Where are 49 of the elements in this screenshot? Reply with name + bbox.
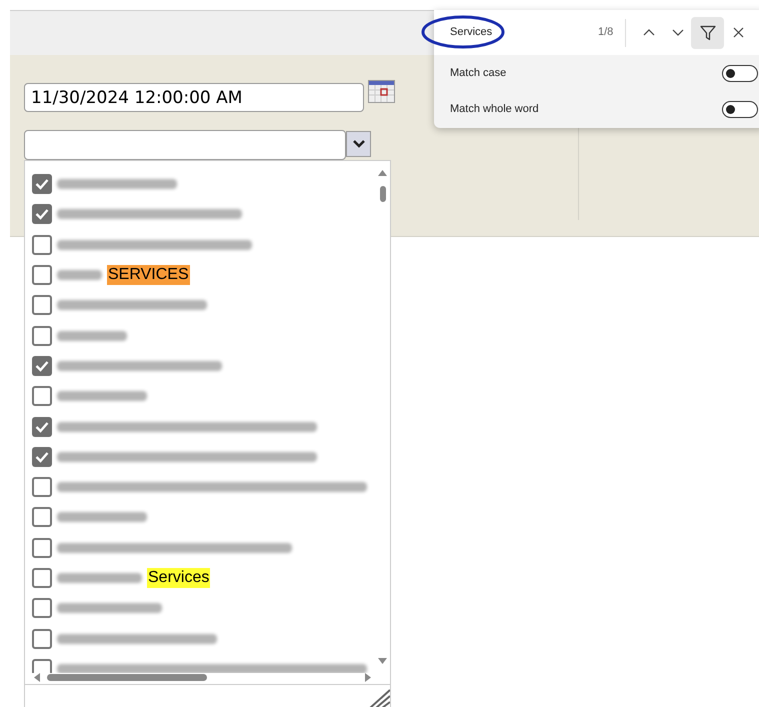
checkbox[interactable] [32, 628, 52, 649]
chevron-up-icon[interactable] [643, 29, 656, 36]
checkbox[interactable] [32, 507, 52, 528]
filter-icon [700, 24, 716, 40]
check-icon [35, 450, 49, 463]
dropdown-field[interactable] [24, 130, 346, 160]
checkbox[interactable] [32, 234, 52, 255]
check-icon [35, 178, 49, 190]
checkbox[interactable] [32, 204, 52, 224]
checkbox[interactable] [32, 538, 52, 558]
vertical-scrollbar-thumb[interactable] [380, 186, 386, 202]
checkbox[interactable] [32, 446, 52, 467]
checkbox[interactable] [32, 477, 52, 498]
calendar-icon[interactable] [368, 80, 395, 103]
checkbox[interactable] [32, 326, 52, 346]
checkbox[interactable] [32, 386, 52, 406]
scroll-left-icon[interactable] [34, 673, 40, 682]
blurred-text [57, 270, 102, 280]
scroll-up-icon[interactable] [378, 170, 387, 176]
checkbox[interactable] [32, 658, 52, 673]
checkbox[interactable] [32, 174, 52, 194]
check-icon [35, 420, 49, 433]
checkbox[interactable] [32, 295, 52, 316]
dropdown-button[interactable] [346, 131, 371, 157]
blurred-text [57, 330, 127, 341]
checkbox[interactable] [32, 568, 52, 588]
match-count: 1/8 [598, 25, 614, 40]
search-query[interactable]: Services [450, 24, 580, 41]
check-icon [35, 208, 49, 220]
checkbox[interactable] [32, 416, 52, 437]
option-label: Match case [450, 66, 506, 81]
horizontal-scrollbar-thumb[interactable] [47, 674, 207, 681]
chevron-down-icon [352, 140, 364, 148]
resize-grip-icon[interactable] [368, 688, 390, 707]
checkbox[interactable] [32, 598, 52, 618]
close-icon[interactable] [733, 27, 744, 38]
scroll-down-icon[interactable] [378, 658, 387, 664]
scroll-right-icon[interactable] [365, 673, 371, 682]
checkbox[interactable] [32, 265, 52, 286]
filter-button[interactable] [691, 16, 724, 48]
toggle-switch[interactable] [722, 64, 758, 82]
check-icon [35, 360, 49, 372]
chevron-down-icon[interactable] [672, 29, 684, 36]
search-highlight: Services [147, 568, 210, 588]
toggle-switch[interactable] [722, 100, 758, 118]
checkbox[interactable] [32, 356, 52, 376]
search-highlight: SERVICES [107, 265, 190, 286]
date-field[interactable]: 11/30/2024 12:00:00 AM [24, 83, 364, 112]
option-label: Match whole word [450, 102, 539, 117]
